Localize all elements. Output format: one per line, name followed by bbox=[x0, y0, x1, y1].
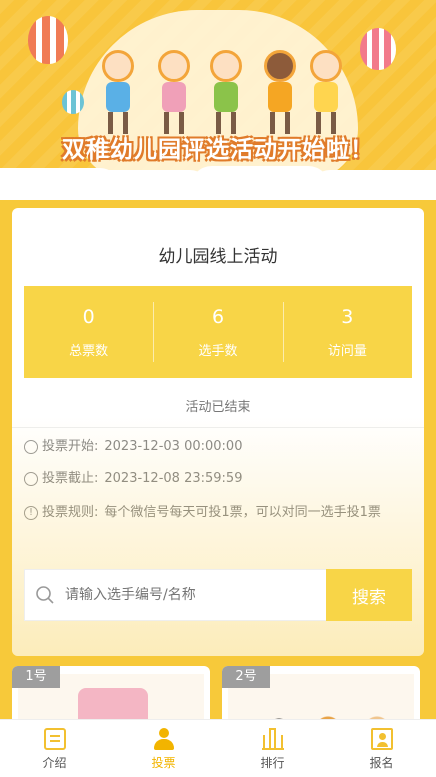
tab-label: 排行 bbox=[260, 756, 285, 770]
search-button[interactable]: 搜索 bbox=[326, 569, 412, 621]
contestant-card[interactable]: 1号 bbox=[12, 666, 210, 726]
clock-icon bbox=[24, 472, 38, 486]
stat-value: 0 bbox=[82, 306, 95, 328]
activity-title: 幼儿园线上活动 bbox=[158, 247, 278, 267]
info-icon: ! bbox=[24, 506, 38, 520]
cartoon-child-image bbox=[204, 50, 248, 138]
tab-intro[interactable]: 介绍 bbox=[0, 720, 109, 777]
stat-value: 6 bbox=[211, 306, 225, 328]
stats-panel: 0 总票数 6 选手数 3 访问量 bbox=[24, 286, 412, 378]
vote-rule-row: ! 投票规则: 每个微信号每天可投1票，可以对同一选手投1票 bbox=[24, 500, 404, 526]
search-box[interactable] bbox=[24, 569, 326, 621]
stat-total-votes: 0 总票数 bbox=[24, 302, 153, 362]
tab-vote[interactable]: 投票 bbox=[109, 720, 218, 777]
tab-label: 报名 bbox=[369, 756, 394, 770]
vote-rule-label: 投票规则: bbox=[42, 505, 99, 520]
hot-air-balloon-icon bbox=[62, 90, 84, 114]
cartoon-child-image bbox=[152, 50, 196, 138]
vote-start-row: 投票开始: 2023-12-03 00:00:00 bbox=[24, 434, 404, 460]
banner: 双稚幼儿园评选活动开始啦！ bbox=[0, 0, 436, 200]
contestant-number-badge: 2号 bbox=[222, 666, 270, 688]
stat-label: 选手数 bbox=[198, 344, 238, 359]
stat-value: 3 bbox=[341, 306, 354, 328]
tab-signup[interactable]: 报名 bbox=[327, 720, 436, 777]
cartoon-child-image bbox=[96, 50, 140, 138]
stat-contestants: 6 选手数 bbox=[153, 302, 282, 362]
hot-air-balloon-icon bbox=[28, 16, 68, 64]
contestant-card[interactable]: 2号 bbox=[222, 666, 420, 726]
activity-status: 活动已结束 bbox=[185, 400, 251, 415]
search-icon bbox=[36, 586, 54, 604]
tab-ranking[interactable]: 排行 bbox=[218, 720, 327, 777]
bar-chart-icon bbox=[261, 728, 284, 750]
tab-label: 介绍 bbox=[42, 756, 67, 770]
vote-end-row: 投票截止: 2023-12-08 23:59:59 bbox=[24, 466, 404, 492]
search-input[interactable] bbox=[65, 587, 305, 603]
tab-label: 投票 bbox=[151, 756, 176, 770]
document-icon bbox=[43, 728, 66, 750]
search-bar: 搜索 bbox=[24, 569, 412, 621]
divider bbox=[12, 427, 424, 428]
vote-start-value: 2023-12-03 00:00:00 bbox=[104, 439, 243, 454]
activity-card: 幼儿园线上活动 0 总票数 6 选手数 3 访问量 活动已结束 投票开始: 20… bbox=[12, 208, 424, 656]
clock-icon bbox=[24, 440, 38, 454]
vote-end-value: 2023-12-08 23:59:59 bbox=[104, 471, 243, 486]
cartoon-child-image bbox=[304, 50, 348, 138]
vote-rule-value: 每个微信号每天可投1票，可以对同一选手投1票 bbox=[104, 505, 381, 520]
person-icon bbox=[153, 728, 175, 750]
stat-label: 总票数 bbox=[69, 344, 109, 359]
bottom-tab-bar: 介绍 投票 排行 报名 bbox=[0, 719, 436, 777]
stat-visits: 3 访问量 bbox=[282, 302, 412, 362]
stat-label: 访问量 bbox=[327, 344, 367, 359]
contestant-number-badge: 1号 bbox=[12, 666, 60, 688]
vote-start-label: 投票开始: bbox=[42, 439, 99, 454]
vote-end-label: 投票截止: bbox=[42, 471, 99, 486]
cartoon-child-image bbox=[258, 50, 302, 138]
id-card-icon bbox=[370, 728, 393, 750]
hot-air-balloon-icon bbox=[360, 28, 396, 70]
banner-title: 双稚幼儿园评选活动开始啦！ bbox=[62, 137, 374, 163]
